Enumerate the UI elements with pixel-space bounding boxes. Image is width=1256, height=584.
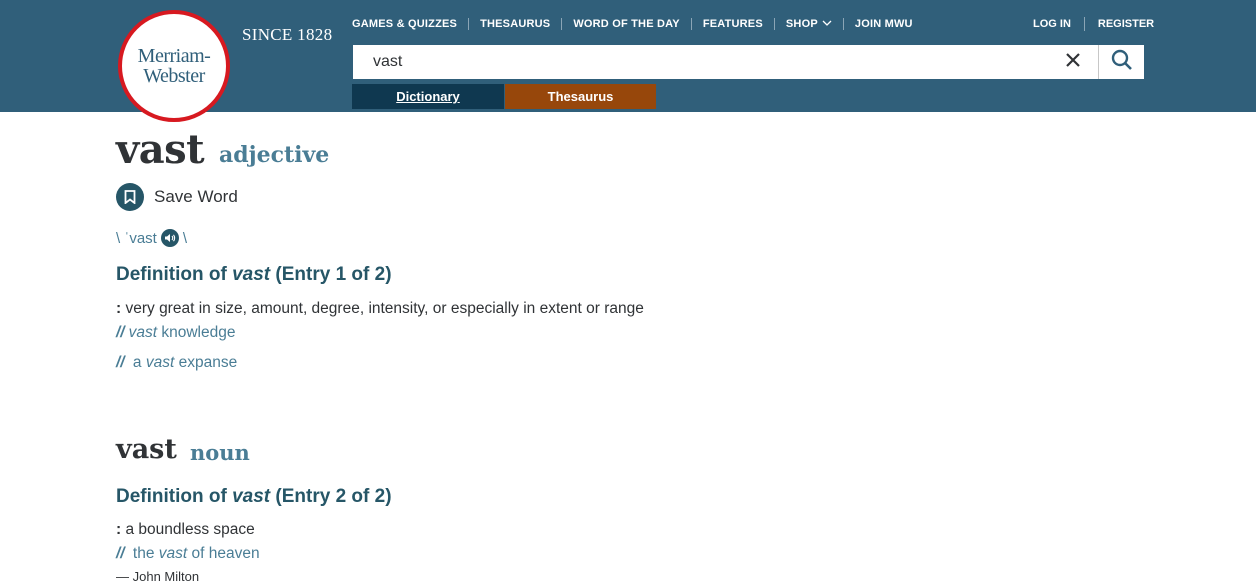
example-text: of heaven <box>187 545 260 562</box>
sense-text: very great in size, amount, degree, inte… <box>121 300 644 317</box>
nav-join-mwu[interactable]: JOIN MWU <box>842 18 924 30</box>
register-link[interactable]: REGISTER <box>1098 18 1154 30</box>
entry-2-part-of-speech[interactable]: noun <box>190 440 250 465</box>
entry-1-headword: vast <box>116 126 205 173</box>
entry-1-example-1: //vast knowledge <box>116 324 235 342</box>
example-text: expanse <box>174 354 238 371</box>
example-headword: vast <box>145 354 175 371</box>
save-word-label: Save Word <box>154 187 238 206</box>
def-heading-prefix: Definition of <box>116 486 233 507</box>
example-text: knowledge <box>157 324 236 341</box>
logo-line-1: Merriam- <box>137 45 211 67</box>
example-headword: vast <box>128 324 158 341</box>
nav-thesaurus[interactable]: THESAURUS <box>468 18 561 30</box>
example-slash: // <box>116 545 125 562</box>
top-navigation: GAMES & QUIZZES THESAURUS WORD OF THE DA… <box>352 16 924 32</box>
entry-2-sense: : a boundless space <box>116 521 255 539</box>
pronunciation: \ ˈvast \ <box>116 228 187 248</box>
search-input[interactable] <box>353 45 1063 79</box>
nav-shop[interactable]: SHOP <box>773 18 843 30</box>
example-slash: // <box>116 354 125 371</box>
def-heading-suffix: (Entry 2 of 2) <box>270 486 392 507</box>
entry-2-example: // the vast of heaven <box>116 545 260 563</box>
nav-games-quizzes[interactable]: GAMES & QUIZZES <box>352 18 468 30</box>
search-icon <box>1111 49 1133 76</box>
entry-2-headword: vast <box>116 434 177 465</box>
save-word-button[interactable]: Save Word <box>116 182 238 212</box>
login-link[interactable]: LOG IN <box>1033 18 1071 30</box>
nav-shop-label: SHOP <box>785 18 818 30</box>
pronunciation-text: \ ˈvast <box>116 229 157 247</box>
example-text-pre: a <box>128 354 146 371</box>
chevron-down-icon <box>822 19 832 30</box>
entry-1-definition-heading: Definition of vast (Entry 1 of 2) <box>116 264 392 286</box>
def-heading-word: vast <box>232 486 271 507</box>
entry-2-definition-heading: Definition of vast (Entry 2 of 2) <box>116 486 392 508</box>
merriam-webster-logo[interactable]: Merriam- Webster <box>118 10 230 122</box>
logo-line-2: Webster <box>143 65 205 87</box>
bookmark-icon <box>116 183 144 211</box>
example-headword: vast <box>158 545 188 562</box>
pronunciation-close: \ <box>182 229 188 247</box>
account-divider <box>1083 17 1085 31</box>
example-slash: // <box>116 324 125 341</box>
entry-1-example-2: // a vast expanse <box>116 354 237 372</box>
sense-text: a boundless space <box>121 521 255 538</box>
entry-1-sense: : very great in size, amount, degree, in… <box>116 300 644 318</box>
nav-word-of-the-day[interactable]: WORD OF THE DAY <box>561 18 691 30</box>
search-button[interactable] <box>1098 45 1145 79</box>
account-links: LOG IN REGISTER <box>1033 16 1154 32</box>
def-heading-prefix: Definition of <box>116 264 233 285</box>
example-text-pre: the <box>128 545 159 562</box>
entry-1-part-of-speech[interactable]: adjective <box>219 142 329 168</box>
nav-features[interactable]: FEATURES <box>690 18 774 30</box>
search-bar <box>352 44 1145 80</box>
speaker-icon[interactable] <box>160 229 179 247</box>
since-1828-tagline: SINCE 1828 <box>242 25 333 44</box>
close-icon <box>1065 52 1081 73</box>
tab-thesaurus[interactable]: Thesaurus <box>505 84 656 109</box>
def-heading-word: vast <box>232 264 271 285</box>
def-heading-suffix: (Entry 1 of 2) <box>270 264 392 285</box>
clear-search-button[interactable] <box>1055 45 1091 79</box>
example-attribution[interactable]: — John Milton <box>116 569 199 584</box>
tab-dictionary[interactable]: Dictionary <box>352 84 504 109</box>
